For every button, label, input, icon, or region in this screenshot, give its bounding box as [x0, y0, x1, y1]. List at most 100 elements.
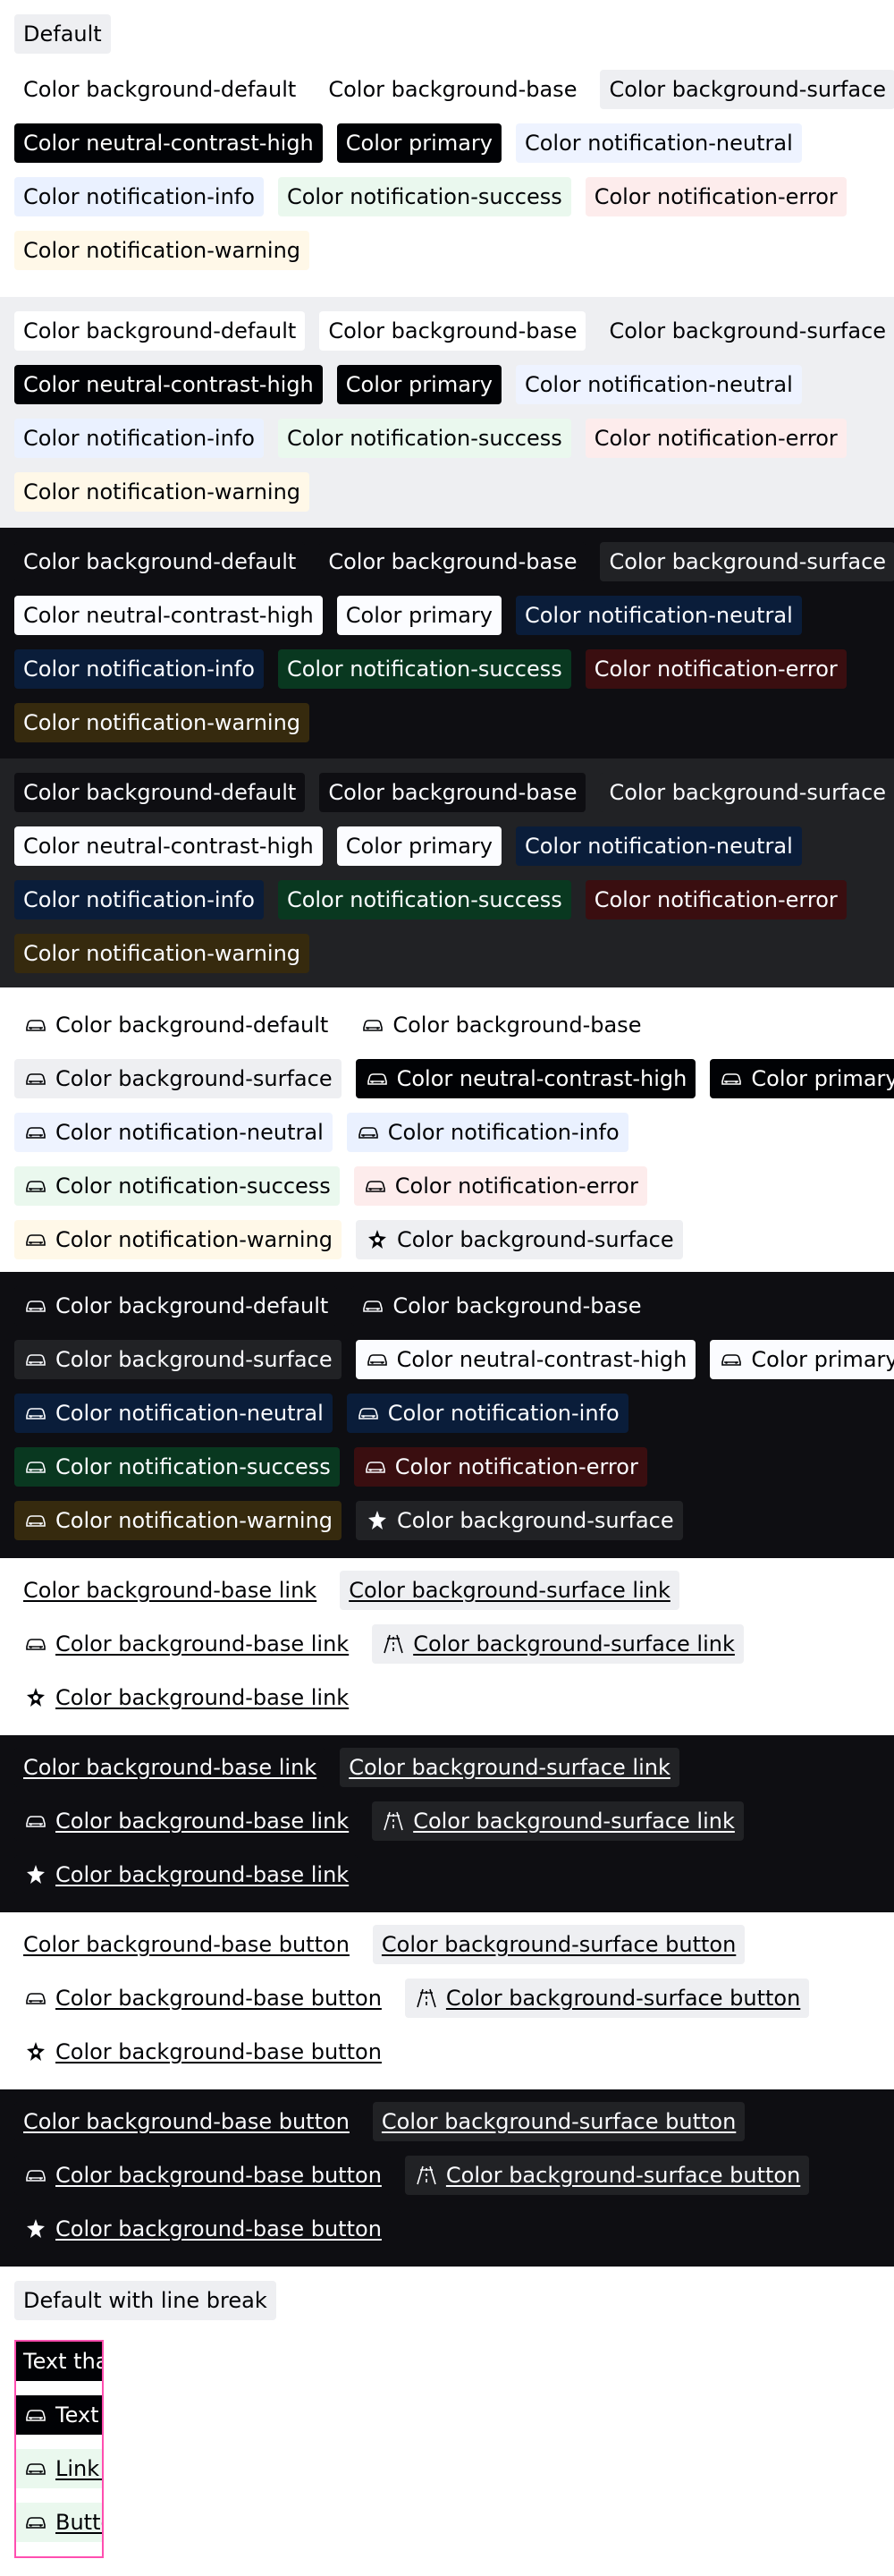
tag-notification-neutral: Color notification-neutral: [515, 596, 802, 635]
car-icon: [23, 2510, 48, 2535]
section-dark-surface: Color background-default Color backgroun…: [0, 758, 894, 987]
section-light-links: Color background-base link Color backgro…: [0, 1558, 894, 1735]
tag-notification-info: Color notification-info: [346, 1394, 628, 1433]
car-icon: [719, 1066, 744, 1091]
tag-bg-surface: Color background-surface: [600, 311, 894, 351]
car-icon: [23, 1347, 48, 1372]
tag-notification-error: Color notification-error: [353, 1447, 647, 1487]
car-icon: [23, 1066, 48, 1091]
tag-contrast-high: Color neutral-contrast-high: [14, 596, 323, 635]
car-icon: [23, 1454, 48, 1479]
tag-bg-base: Color background-base: [351, 1005, 651, 1045]
section-light-default: Color background-default Color backgroun…: [0, 70, 894, 297]
tag-bg-base: Color background-base: [319, 311, 586, 351]
tag-notification-warning: Color notification-warning: [14, 934, 310, 973]
tag-bg-default: Color background-default: [14, 773, 306, 812]
car-icon: [356, 1120, 381, 1145]
link-bg-surface-highway[interactable]: Color background-surface link: [372, 1801, 744, 1841]
car-icon: [363, 1174, 388, 1199]
tag-bg-base: Color background-base: [319, 542, 586, 581]
tag-bg-surface: Color background-surface: [14, 1340, 342, 1379]
highway-icon: [381, 1631, 406, 1657]
tag-notification-warning: Color notification-warning: [14, 1501, 342, 1540]
tag-primary: Color primary: [710, 1059, 894, 1098]
section-line-break-label: Default with line break: [0, 2267, 894, 2340]
tag-bg-surface: Color background-surface: [600, 773, 894, 812]
section-dark-links: Color background-base link Color backgro…: [0, 1735, 894, 1912]
car-icon: [23, 1120, 48, 1145]
tag-bg-default: Color background-default: [14, 542, 306, 581]
link-line-break[interactable]: Link w: [16, 2449, 102, 2488]
sparkle-icon: [23, 1862, 48, 1887]
tag-bg-base: Color background-base: [319, 70, 586, 109]
tag-bg-surface: Color background-surface: [600, 70, 894, 109]
car-icon: [365, 1347, 390, 1372]
tag-notification-info: Color notification-info: [14, 177, 264, 216]
tag-primary: Color primary: [710, 1340, 894, 1379]
car-icon: [23, 1174, 48, 1199]
tag-bg-surface: Color background-surface: [600, 542, 894, 581]
tag-primary: Color primary: [336, 123, 502, 163]
car-icon: [363, 1454, 388, 1479]
button-bg-base-sparkle[interactable]: Color background-base button: [14, 2209, 391, 2249]
link-bg-base[interactable]: Color background-base link: [14, 1748, 326, 1787]
link-bg-base-sparkle[interactable]: Color background-base link: [14, 1678, 358, 1717]
tag-notification-success: Color notification-success: [277, 419, 571, 458]
button-bg-surface-highway[interactable]: Color background-surface button: [404, 2156, 810, 2195]
button-bg-base-sparkle[interactable]: Color background-base button: [14, 2032, 391, 2072]
car-icon: [356, 1401, 381, 1426]
tag-notification-error: Color notification-error: [585, 649, 847, 689]
tag-contrast-high: Color neutral-contrast-high: [14, 123, 323, 163]
tag-notification-error: Color notification-error: [585, 177, 847, 216]
default-label: Default: [14, 14, 111, 54]
button-bg-base[interactable]: Color background-base button: [14, 1925, 358, 1964]
link-bg-base-sparkle[interactable]: Color background-base link: [14, 1855, 358, 1894]
tag-notification-neutral: Color notification-neutral: [515, 365, 802, 404]
tag-bg-default: Color background-default: [14, 311, 306, 351]
highway-icon: [414, 2163, 439, 2188]
highway-icon: [414, 1986, 439, 2011]
tag-contrast-high: Color neutral-contrast-high: [355, 1059, 696, 1098]
link-bg-base[interactable]: Color background-base link: [14, 1571, 326, 1610]
car-icon: [23, 1809, 48, 1834]
button-bg-base[interactable]: Color background-base button: [14, 2102, 358, 2141]
highway-icon: [381, 1809, 406, 1834]
tag-bg-surface-sparkle: Color background-surface: [356, 1501, 683, 1540]
section-light-surface: Color background-default Color backgroun…: [0, 297, 894, 528]
tag-bg-base: Color background-base: [319, 773, 586, 812]
tag-notification-success: Color notification-success: [277, 649, 571, 689]
tag-text-icon-line-break: Text w: [16, 2395, 102, 2435]
tag-notification-success: Color notification-success: [277, 880, 571, 919]
button-bg-base-car[interactable]: Color background-base button: [14, 1979, 391, 2018]
section-default-label: Default: [0, 0, 894, 70]
link-bg-base-car[interactable]: Color background-base link: [14, 1624, 358, 1664]
car-icon: [23, 1013, 48, 1038]
tag-notification-success: Color notification-success: [14, 1166, 340, 1206]
car-icon: [365, 1066, 390, 1091]
tag-primary: Color primary: [336, 596, 502, 635]
tag-bg-surface-sparkle: Color background-surface: [356, 1220, 683, 1259]
default-line-break-label: Default with line break: [14, 2281, 276, 2320]
tag-text-line-break: Text that: [16, 2342, 102, 2381]
button-bg-surface-highway[interactable]: Color background-surface button: [404, 1979, 810, 2018]
button-line-break[interactable]: Butto: [16, 2503, 102, 2542]
link-bg-surface[interactable]: Color background-surface link: [340, 1748, 679, 1787]
button-bg-base-car[interactable]: Color background-base button: [14, 2156, 391, 2195]
tag-contrast-high: Color neutral-contrast-high: [14, 365, 323, 404]
sparkle-icon: [23, 1685, 48, 1710]
link-bg-base-car[interactable]: Color background-base link: [14, 1801, 358, 1841]
car-icon: [23, 1508, 48, 1533]
car-icon: [23, 1986, 48, 2011]
car-icon: [23, 1401, 48, 1426]
link-bg-surface-highway[interactable]: Color background-surface link: [372, 1624, 744, 1664]
button-bg-surface[interactable]: Color background-surface button: [372, 1925, 746, 1964]
car-icon: [719, 1347, 744, 1372]
tag-notification-error: Color notification-error: [353, 1166, 647, 1206]
button-bg-surface[interactable]: Color background-surface button: [372, 2102, 746, 2141]
tag-bg-base: Color background-base: [351, 1286, 651, 1326]
sparkle-icon: [365, 1227, 390, 1252]
tag-bg-default: Color background-default: [14, 70, 306, 109]
link-bg-surface[interactable]: Color background-surface link: [340, 1571, 679, 1610]
tag-notification-neutral: Color notification-neutral: [515, 826, 802, 866]
sparkle-icon: [23, 2216, 48, 2241]
